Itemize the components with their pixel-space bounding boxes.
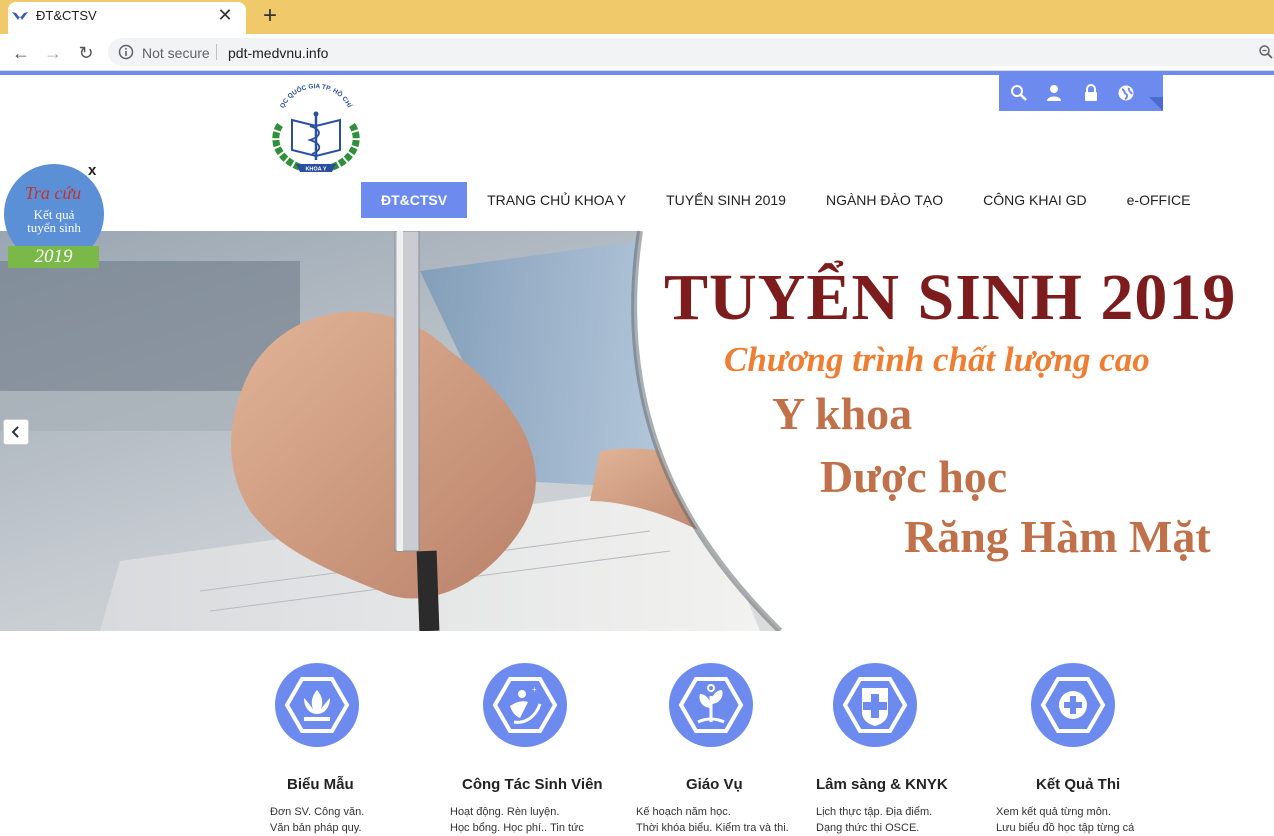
card-title-giao-vu[interactable]: Giáo Vụ xyxy=(686,776,743,793)
student-icon[interactable]: + xyxy=(482,662,568,748)
logo-text-top: ĐẠI HỌC QUỐC GIA TP. HỒ CHÍ MINH xyxy=(262,80,354,109)
chevron-left-icon xyxy=(11,426,19,438)
tab-title: ĐT&CTSV xyxy=(36,8,97,23)
nav-item-dt-ctsv[interactable]: ĐT&CTSV xyxy=(361,182,468,218)
plus-icon[interactable] xyxy=(1030,662,1116,748)
card-desc-line: Đơn SV. Công văn. xyxy=(270,806,365,818)
card-desc-line: Hoạt động. Rèn luyện. xyxy=(450,806,560,818)
security-label: Not secure xyxy=(142,45,210,61)
svg-text:+: + xyxy=(532,685,537,694)
reload-icon[interactable]: ↻ xyxy=(75,42,97,64)
card-desc-line: Lịch thực tập. Địa điểm. xyxy=(816,806,933,818)
card-desc-cong-tac-sinh-vien: Hoạt động. Rèn luyện. Học bổng. Học phí.… xyxy=(450,804,584,836)
nav-item-cong-khai-gd[interactable]: CÔNG KHAI GD xyxy=(963,182,1106,218)
nav-item-trang-chu-khoa-y[interactable]: TRANG CHỦ KHOA Y xyxy=(467,182,646,218)
card-desc-line: Thời khóa biểu. Kiểm tra và thi. xyxy=(636,822,789,834)
card-title-bieu-mau[interactable]: Biểu Mẫu xyxy=(287,776,354,793)
info-icon[interactable] xyxy=(118,44,134,60)
logo-text-bottom: KHOA Y xyxy=(305,167,326,173)
sprout-icon[interactable] xyxy=(668,662,754,748)
card-desc-lam-sang-knyk: Lịch thực tập. Địa điểm. Dạng thức thi O… xyxy=(816,804,932,836)
main-nav: ĐT&CTSV TRANG CHỦ KHOA Y TUYỂN SINH 2019… xyxy=(361,182,1210,218)
lookup-label-tra-cuu: Tra cứu xyxy=(24,183,82,203)
hero-program-rang-ham-mat: Răng Hàm Mặt xyxy=(904,511,1211,562)
card-desc-line: Kế hoạch năm học. xyxy=(636,806,731,818)
medical-cross-icon[interactable] xyxy=(832,662,918,748)
lookup-year-badge[interactable]: 2019 xyxy=(8,246,99,268)
lookup-label-ket-qua: Kết quả tuyển sinh xyxy=(12,208,96,234)
url-text[interactable]: pdt-medvnu.info xyxy=(228,45,328,61)
card-desc-line: Văn bản pháp quy. xyxy=(270,822,362,834)
new-tab-button[interactable]: + xyxy=(258,4,282,28)
nav-item-e-office[interactable]: e-OFFICE xyxy=(1107,182,1211,218)
utility-bar-fold xyxy=(1149,97,1163,111)
globe-icon[interactable] xyxy=(1116,83,1136,103)
card-desc-ket-qua-thi: Xem kết quả từng môn. Lưu biểu đồ học tậ… xyxy=(996,804,1134,836)
search-icon[interactable] xyxy=(1009,83,1029,103)
card-desc-line: Học bổng. Học phí.. Tin tức xyxy=(450,822,584,834)
faculty-logo[interactable]: ĐẠI HỌC QUỐC GIA TP. HỒ CHÍ MINH KHOA Y xyxy=(262,80,370,176)
svg-text:ĐẠI HỌC QUỐC GIA TP. HỒ CHÍ MI: ĐẠI HỌC QUỐC GIA TP. HỒ CHÍ MINH xyxy=(262,80,354,109)
nav-item-tuyen-sinh-2019[interactable]: TUYỂN SINH 2019 xyxy=(646,182,806,218)
card-title-ket-qua-thi[interactable]: Kết Quả Thi xyxy=(1036,776,1120,793)
card-title-lam-sang-knyk[interactable]: Lâm sàng & KNYK xyxy=(816,776,948,793)
lotus-icon[interactable] xyxy=(274,662,360,748)
hero-subtitle: Chương trình chất lượng cao xyxy=(724,340,1150,379)
lock-icon[interactable] xyxy=(1081,83,1101,103)
slider-prev-button[interactable] xyxy=(3,419,29,445)
hero-program-y-khoa: Y khoa xyxy=(772,388,913,439)
hero-program-duoc-hoc: Dược học xyxy=(820,451,1008,502)
card-desc-line: Dạng thức thi OSCE. xyxy=(816,822,920,834)
card-desc-line: Lưu biểu đồ học tập từng cá xyxy=(996,822,1135,834)
nav-item-nganh-dao-tao[interactable]: NGÀNH ĐÀO TẠO xyxy=(806,182,963,218)
card-desc-bieu-mau: Đơn SV. Công văn. Văn bản pháp quy. xyxy=(270,804,364,836)
url-divider xyxy=(216,44,217,60)
lookup-line-tuyen-sinh: tuyển sinh xyxy=(27,220,81,235)
back-icon[interactable]: ← xyxy=(10,42,32,64)
zoom-icon[interactable] xyxy=(1258,44,1274,60)
lookup-close-button[interactable]: x xyxy=(88,162,96,179)
tab-close-icon[interactable]: ✕ xyxy=(216,6,234,24)
forward-icon[interactable]: → xyxy=(42,42,64,64)
hero-title: TUYỂN SINH 2019 xyxy=(664,261,1237,334)
card-desc-line: Xem kết quả từng môn. xyxy=(996,806,1111,818)
user-icon[interactable] xyxy=(1044,83,1064,103)
card-title-cong-tac-sinh-vien[interactable]: Công Tác Sinh Viên xyxy=(462,776,603,793)
site-favicon-icon xyxy=(12,12,28,20)
card-desc-giao-vu: Kế hoạch năm học. Thời khóa biểu. Kiểm t… xyxy=(636,804,789,836)
